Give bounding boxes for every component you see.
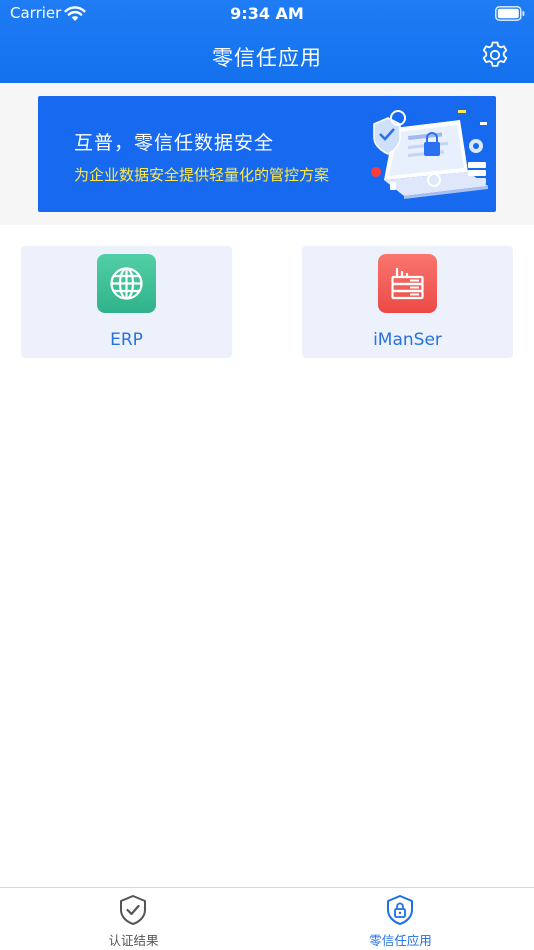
shield-lock-icon	[387, 895, 413, 925]
app-icon-erp	[97, 254, 156, 313]
tab-auth-result[interactable]: 认证结果	[0, 888, 267, 950]
app-icon-imanser	[378, 254, 437, 313]
tab-zero-trust-apps[interactable]: 零信任应用	[267, 888, 534, 950]
app-header: Carrier 9:34 AM 零信任应用	[0, 0, 534, 83]
app-card-imanser[interactable]: iManSer	[302, 246, 513, 358]
battery-icon	[495, 6, 525, 21]
gear-icon[interactable]	[480, 40, 510, 70]
status-bar: Carrier 9:34 AM	[0, 0, 534, 28]
tab-label-auth-result: 认证结果	[108, 933, 159, 948]
globe-icon	[110, 267, 143, 300]
banner-section: 互普，零信任数据安全 为企业数据安全提供轻量化的管控方案	[0, 83, 534, 225]
app-card-erp[interactable]: ERP	[21, 246, 232, 358]
page-title: 零信任应用	[212, 46, 322, 70]
banner-title: 互普，零信任数据安全	[74, 132, 275, 154]
shield-check-icon	[120, 895, 146, 925]
tab-bar: 认证结果 零信任应用	[0, 887, 534, 950]
promo-banner[interactable]: 互普，零信任数据安全 为企业数据安全提供轻量化的管控方案	[38, 96, 496, 212]
tab-label-zero-trust-apps: 零信任应用	[369, 933, 432, 948]
banner-subtitle: 为企业数据安全提供轻量化的管控方案	[74, 166, 330, 184]
security-illustration-icon	[371, 110, 488, 199]
app-label-imanser: iManSer	[373, 330, 442, 350]
server-icon	[391, 268, 424, 300]
status-time: 9:34 AM	[230, 4, 304, 23]
app-label-erp: ERP	[110, 330, 143, 350]
